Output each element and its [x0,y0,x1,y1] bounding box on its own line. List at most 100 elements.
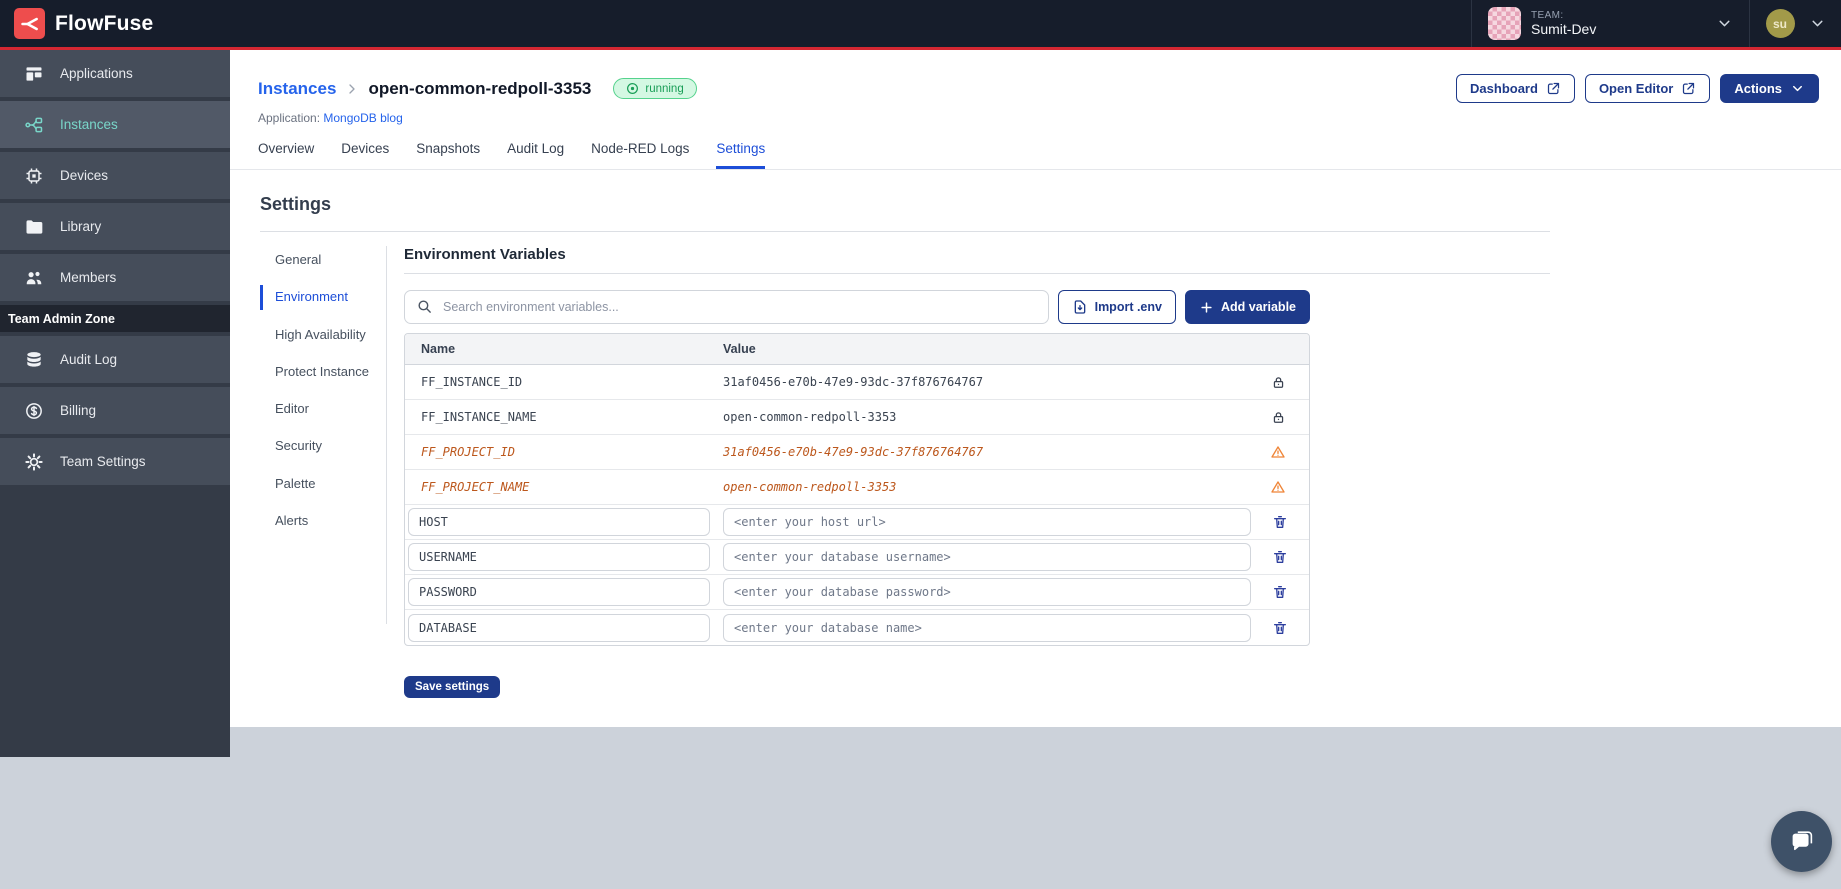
page-title: Settings [260,194,332,214]
panel-title: Environment Variables [404,246,1550,274]
settings-section: Settings General Environment High Availa… [230,170,1841,698]
settings-nav-security[interactable]: Security [260,434,382,458]
status-badge: running [613,78,697,99]
settings-nav-alerts[interactable]: Alerts [260,509,382,533]
env-var-name: FF_PROJECT_NAME [421,480,530,494]
document-download-icon [1074,300,1085,314]
settings-nav-protect-instance[interactable]: Protect Instance [260,360,382,384]
chevron-down-icon [1716,15,1733,32]
team-selector[interactable]: TEAM: Sumit-Dev [1471,0,1749,47]
team-avatar [1488,7,1521,40]
save-settings-button[interactable]: Save settings [404,676,501,698]
settings-nav: General Environment High Availability Pr… [260,246,382,698]
user-menu[interactable]: su [1749,0,1841,47]
trash-icon [1274,621,1286,634]
sidebar: Applications Instances Devices Library M… [0,50,230,757]
lock-icon [1271,375,1286,390]
env-var-value: 31af0456-e70b-47e9-93dc-37f876764767 [723,445,984,459]
sidebar-item-devices[interactable]: Devices [0,152,230,199]
plus-icon [1201,301,1212,313]
main-content: Instances open-common-redpoll-3353 runni… [230,50,1841,727]
env-var-name: FF_INSTANCE_ID [421,375,523,389]
settings-nav-high-availability[interactable]: High Availability [260,323,382,347]
settings-nav-palette[interactable]: Palette [260,472,382,496]
delete-variable-button[interactable] [1272,620,1288,636]
env-var-value-input[interactable] [723,508,1251,536]
sidebar-item-audit-log[interactable]: Audit Log [0,336,230,383]
add-variable-button[interactable]: Add variable [1184,290,1310,324]
tab-overview[interactable]: Overview [258,141,314,169]
tab-settings[interactable]: Settings [716,141,766,169]
trash-icon [1274,586,1286,598]
dollar-icon [24,401,44,421]
table-row [405,505,1309,540]
tab-audit-log[interactable]: Audit Log [507,141,564,169]
open-editor-button[interactable]: Open Editor [1584,74,1711,103]
dashboard-button[interactable]: Dashboard [1456,74,1575,103]
sidebar-item-label: Billing [60,403,97,418]
open-editor-button-label: Open Editor [1598,81,1674,96]
user-avatar: su [1765,9,1795,38]
external-link-icon [1547,82,1560,95]
instances-icon [24,115,44,135]
env-var-name-input[interactable] [408,543,710,571]
settings-nav-general[interactable]: General [260,248,382,272]
sidebar-item-label: Team Settings [60,454,146,469]
folder-icon [24,217,44,237]
sidebar-item-billing[interactable]: Billing [0,387,230,434]
breadcrumb-instances-link[interactable]: Instances [258,79,336,99]
tab-snapshots[interactable]: Snapshots [416,141,480,169]
delete-variable-button[interactable] [1272,514,1288,530]
env-var-name-input[interactable] [408,508,710,536]
sidebar-section-team-admin-zone: Team Admin Zone [0,305,230,332]
table-row [405,610,1309,645]
lock-icon [1271,410,1286,425]
sidebar-item-library[interactable]: Library [0,203,230,250]
table-row: FF_PROJECT_ID 31af0456-e70b-47e9-93dc-37… [405,435,1309,470]
env-var-value-input[interactable] [723,543,1251,571]
sidebar-item-team-settings[interactable]: Team Settings [0,438,230,485]
brand-name: FlowFuse [55,11,154,35]
sidebar-item-label: Members [60,270,117,285]
sidebar-item-applications[interactable]: Applications [0,50,230,97]
sidebar-item-members[interactable]: Members [0,254,230,301]
env-var-name-input[interactable] [408,578,710,606]
delete-variable-button[interactable] [1272,549,1288,565]
database-icon [24,350,44,370]
users-icon [24,268,44,288]
search-input[interactable] [404,290,1049,324]
team-text: TEAM: Sumit-Dev [1531,10,1706,38]
application-row: Application: MongoDB blog [258,111,1819,125]
add-variable-button-label: Add variable [1220,300,1296,314]
search-icon [416,298,433,315]
delete-variable-button[interactable] [1272,584,1288,600]
chat-icon [1787,827,1817,857]
env-var-value-input[interactable] [723,613,1251,642]
sidebar-item-label: Instances [60,117,118,132]
settings-nav-environment[interactable]: Environment [260,285,382,310]
application-label: Application: [258,111,321,125]
instance-actions: Dashboard Open Editor Actions [1456,74,1819,103]
column-header-value: Value [723,342,756,356]
env-var-value: 31af0456-e70b-47e9-93dc-37f876764767 [723,375,984,389]
header-accent-line [0,47,1841,50]
application-link[interactable]: MongoDB blog [323,111,402,125]
gear-icon [24,452,44,472]
search-box [404,290,1049,324]
tab-devices[interactable]: Devices [341,141,389,169]
column-header-name: Name [421,342,456,356]
applications-icon [24,64,44,84]
tab-node-red-logs[interactable]: Node-RED Logs [591,141,689,169]
actions-button[interactable]: Actions [1720,74,1819,103]
chat-widget-button[interactable] [1771,811,1832,872]
team-label: TEAM: [1531,9,1564,21]
import-env-button[interactable]: Import .env [1057,290,1176,324]
env-var-name-input[interactable] [408,613,710,642]
top-bar: FlowFuse TEAM: Sumit-Dev su [0,0,1841,47]
top-bar-right: TEAM: Sumit-Dev su [1471,0,1841,47]
external-link-icon [1683,82,1695,95]
running-icon [627,83,639,94]
sidebar-item-instances[interactable]: Instances [0,101,230,148]
settings-nav-editor[interactable]: Editor [260,397,382,421]
env-var-value-input[interactable] [723,578,1251,606]
